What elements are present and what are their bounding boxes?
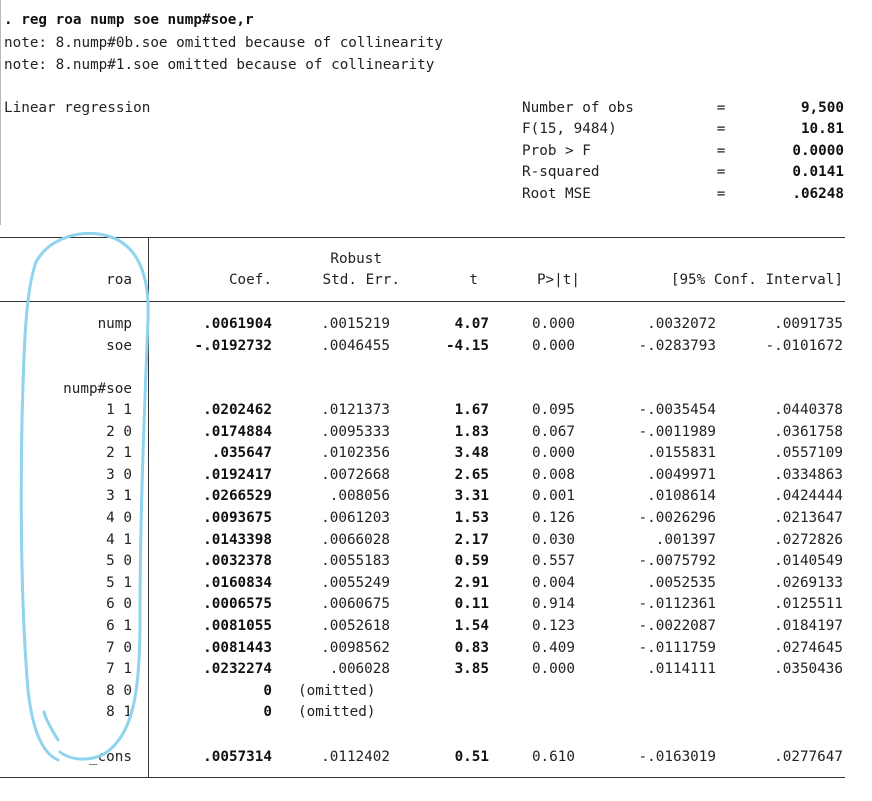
annotation-loop xyxy=(19,232,150,762)
